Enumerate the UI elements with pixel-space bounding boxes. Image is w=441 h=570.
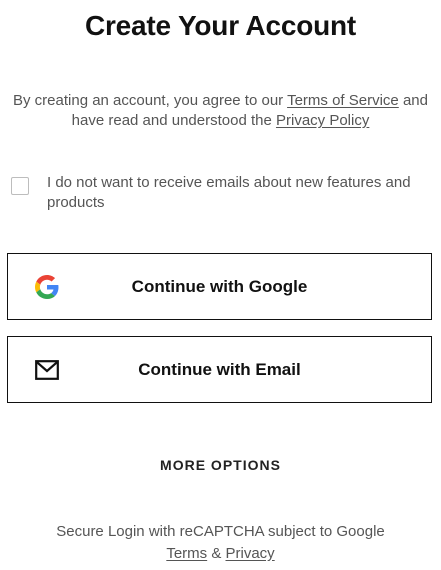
recaptcha-separator: & (207, 545, 226, 562)
continue-with-email-label: Continue with Email (138, 359, 301, 379)
recaptcha-terms-link[interactable]: Terms (166, 545, 207, 562)
google-icon (34, 274, 60, 300)
recaptcha-text: Secure Login with reCAPTCHA subject to G… (56, 523, 385, 540)
privacy-policy-link[interactable]: Privacy Policy (276, 112, 369, 129)
mail-icon (34, 357, 60, 383)
continue-with-email-button[interactable]: Continue with Email (7, 336, 432, 403)
terms-notice: By creating an account, you agree to our… (10, 91, 431, 131)
recaptcha-links: Terms & Privacy (0, 543, 441, 565)
terms-prefix: By creating an account, you agree to our (13, 92, 288, 109)
continue-with-google-label: Continue with Google (131, 276, 308, 296)
more-options-button[interactable]: MORE OPTIONS (0, 457, 441, 473)
recaptcha-privacy-link[interactable]: Privacy (226, 545, 275, 562)
recaptcha-notice: Secure Login with reCAPTCHA subject to G… (0, 521, 441, 565)
page-title: Create Your Account (84, 10, 357, 41)
email-opt-out-checkbox[interactable] (11, 177, 29, 195)
email-opt-out-label[interactable]: I do not want to receive emails about ne… (47, 173, 436, 213)
continue-with-google-button[interactable]: Continue with Google (7, 253, 432, 320)
email-opt-out-row[interactable]: I do not want to receive emails about ne… (11, 173, 436, 213)
terms-of-service-link[interactable]: Terms of Service (287, 92, 399, 109)
